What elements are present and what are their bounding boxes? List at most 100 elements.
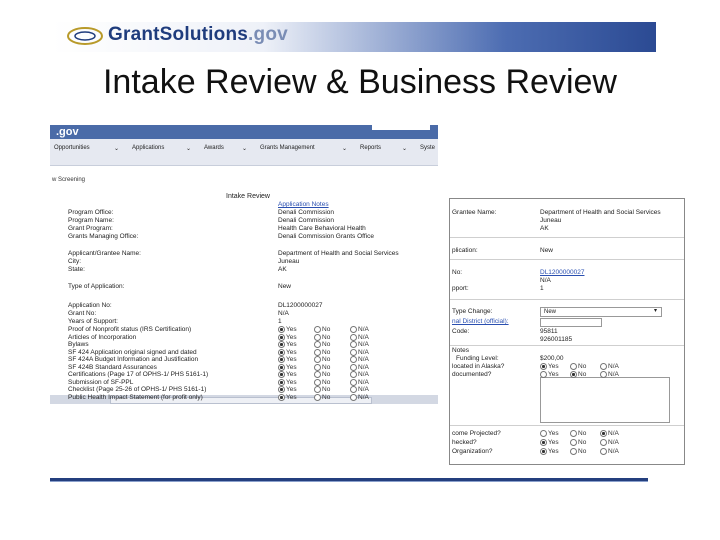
- radio-option-label: Yes: [286, 348, 297, 356]
- business-question-yes-option[interactable]: Yes: [540, 430, 559, 438]
- radio-option-label: N/A: [358, 333, 369, 341]
- nav-system[interactable]: Syste: [420, 145, 435, 151]
- divider: [450, 299, 684, 300]
- nav-grants-management[interactable]: Grants Management: [260, 145, 315, 151]
- radio-icon[interactable]: [540, 430, 547, 437]
- radio-option-label: N/A: [358, 348, 369, 356]
- radio-icon[interactable]: [350, 356, 357, 363]
- radio-icon[interactable]: [350, 363, 357, 371]
- grantee-state-value: AK: [540, 225, 549, 232]
- nav-opportunities[interactable]: Opportunities: [54, 145, 90, 151]
- dropdown-arrow-icon[interactable]: ▾: [654, 307, 657, 316]
- radio-option-label: N/A: [608, 430, 619, 438]
- business-question-yes-option[interactable]: Yes: [540, 371, 559, 379]
- radio-icon[interactable]: [350, 371, 357, 378]
- radio-icon[interactable]: [540, 371, 547, 378]
- radio-icon[interactable]: [278, 348, 285, 356]
- nav-reports[interactable]: Reports: [360, 145, 381, 151]
- business-question-yes-option[interactable]: Yes: [540, 363, 559, 371]
- application-no-link[interactable]: DL1200000027: [540, 269, 584, 277]
- business-question-na-option[interactable]: N/A: [600, 363, 619, 371]
- application-notes-link[interactable]: Application Notes: [278, 201, 329, 209]
- business-question-no-option[interactable]: No: [570, 371, 586, 379]
- business-question-na-option[interactable]: N/A: [600, 430, 619, 438]
- radio-icon[interactable]: [570, 439, 577, 446]
- radio-icon[interactable]: [278, 386, 285, 393]
- checklist-item-no-option[interactable]: No: [314, 393, 331, 402]
- radio-icon[interactable]: [600, 371, 607, 378]
- application-type-value: New: [540, 247, 554, 254]
- radio-icon[interactable]: [350, 348, 357, 356]
- radio-icon[interactable]: [540, 439, 547, 446]
- business-question-yes-option[interactable]: Yes: [540, 439, 559, 447]
- radio-icon[interactable]: [278, 341, 285, 348]
- nav-applications[interactable]: Applications: [132, 145, 164, 151]
- checklist-item-yes-option[interactable]: Yes: [278, 393, 297, 402]
- checklist-item-na-option[interactable]: N/A: [350, 393, 369, 402]
- grant-no-label: Grant No:: [68, 310, 97, 317]
- radio-icon[interactable]: [314, 356, 321, 363]
- radio-icon[interactable]: [350, 393, 357, 401]
- notes-textarea[interactable]: [540, 377, 670, 423]
- radio-icon[interactable]: [278, 326, 285, 333]
- radio-icon[interactable]: [350, 326, 357, 333]
- city-value: Juneau: [278, 258, 300, 265]
- business-question-na-option[interactable]: N/A: [600, 439, 619, 447]
- radio-icon[interactable]: [278, 371, 285, 378]
- radio-icon[interactable]: [314, 348, 321, 356]
- type-change-select[interactable]: [540, 307, 662, 317]
- business-question-no-option[interactable]: No: [570, 430, 586, 438]
- radio-icon[interactable]: [350, 378, 357, 386]
- radio-option-label: No: [322, 326, 331, 334]
- radio-option-label: N/A: [608, 439, 619, 447]
- type-change-selected: New: [544, 309, 557, 315]
- radio-icon[interactable]: [314, 363, 321, 371]
- radio-icon[interactable]: [314, 393, 321, 401]
- radio-option-label: Yes: [286, 356, 297, 364]
- radio-icon[interactable]: [600, 439, 607, 446]
- radio-icon[interactable]: [278, 378, 285, 386]
- radio-icon[interactable]: [540, 448, 547, 455]
- business-question-na-option[interactable]: N/A: [600, 371, 619, 379]
- program-office-label: Program Office:: [68, 209, 114, 216]
- radio-icon[interactable]: [278, 356, 285, 363]
- business-question-no-option[interactable]: No: [570, 363, 586, 371]
- business-question-no-option[interactable]: No: [570, 448, 586, 456]
- business-question-yes-option[interactable]: Yes: [540, 448, 559, 456]
- radio-icon[interactable]: [314, 378, 321, 386]
- radio-icon[interactable]: [570, 363, 577, 370]
- business-question-na-option[interactable]: N/A: [600, 448, 619, 456]
- radio-option-label: N/A: [358, 378, 369, 386]
- radio-icon[interactable]: [570, 448, 577, 455]
- congressional-district-link[interactable]: nal District (official):: [452, 318, 509, 326]
- radio-icon[interactable]: [540, 363, 547, 370]
- grant-program-label: Grant Program:: [68, 225, 113, 232]
- radio-icon[interactable]: [600, 448, 607, 455]
- radio-icon[interactable]: [278, 363, 285, 371]
- radio-icon[interactable]: [314, 386, 321, 393]
- radio-icon[interactable]: [278, 333, 285, 341]
- radio-icon[interactable]: [600, 363, 607, 370]
- radio-option-label: Yes: [548, 371, 559, 379]
- grantsolutions-logo-icon: [67, 27, 103, 45]
- radio-option-label: No: [322, 393, 331, 401]
- radio-option-label: N/A: [358, 393, 369, 401]
- income-projected-label: come Projected?: [452, 430, 501, 437]
- business-question-no-option[interactable]: No: [570, 439, 586, 447]
- radio-icon[interactable]: [350, 333, 357, 341]
- radio-icon[interactable]: [314, 333, 321, 341]
- radio-icon[interactable]: [278, 393, 285, 401]
- nav-awards[interactable]: Awards: [204, 145, 224, 151]
- radio-icon[interactable]: [350, 386, 357, 393]
- radio-icon[interactable]: [314, 341, 321, 348]
- congressional-district-input[interactable]: [540, 318, 602, 327]
- radio-icon[interactable]: [600, 430, 607, 437]
- radio-icon[interactable]: [350, 341, 357, 348]
- radio-icon[interactable]: [570, 371, 577, 378]
- radio-icon[interactable]: [570, 430, 577, 437]
- applicant-name-value: Department of Health and Social Services: [278, 250, 399, 257]
- radio-option-label: N/A: [358, 386, 369, 394]
- radio-option-label: Yes: [286, 363, 297, 371]
- radio-icon[interactable]: [314, 326, 321, 333]
- radio-icon[interactable]: [314, 371, 321, 378]
